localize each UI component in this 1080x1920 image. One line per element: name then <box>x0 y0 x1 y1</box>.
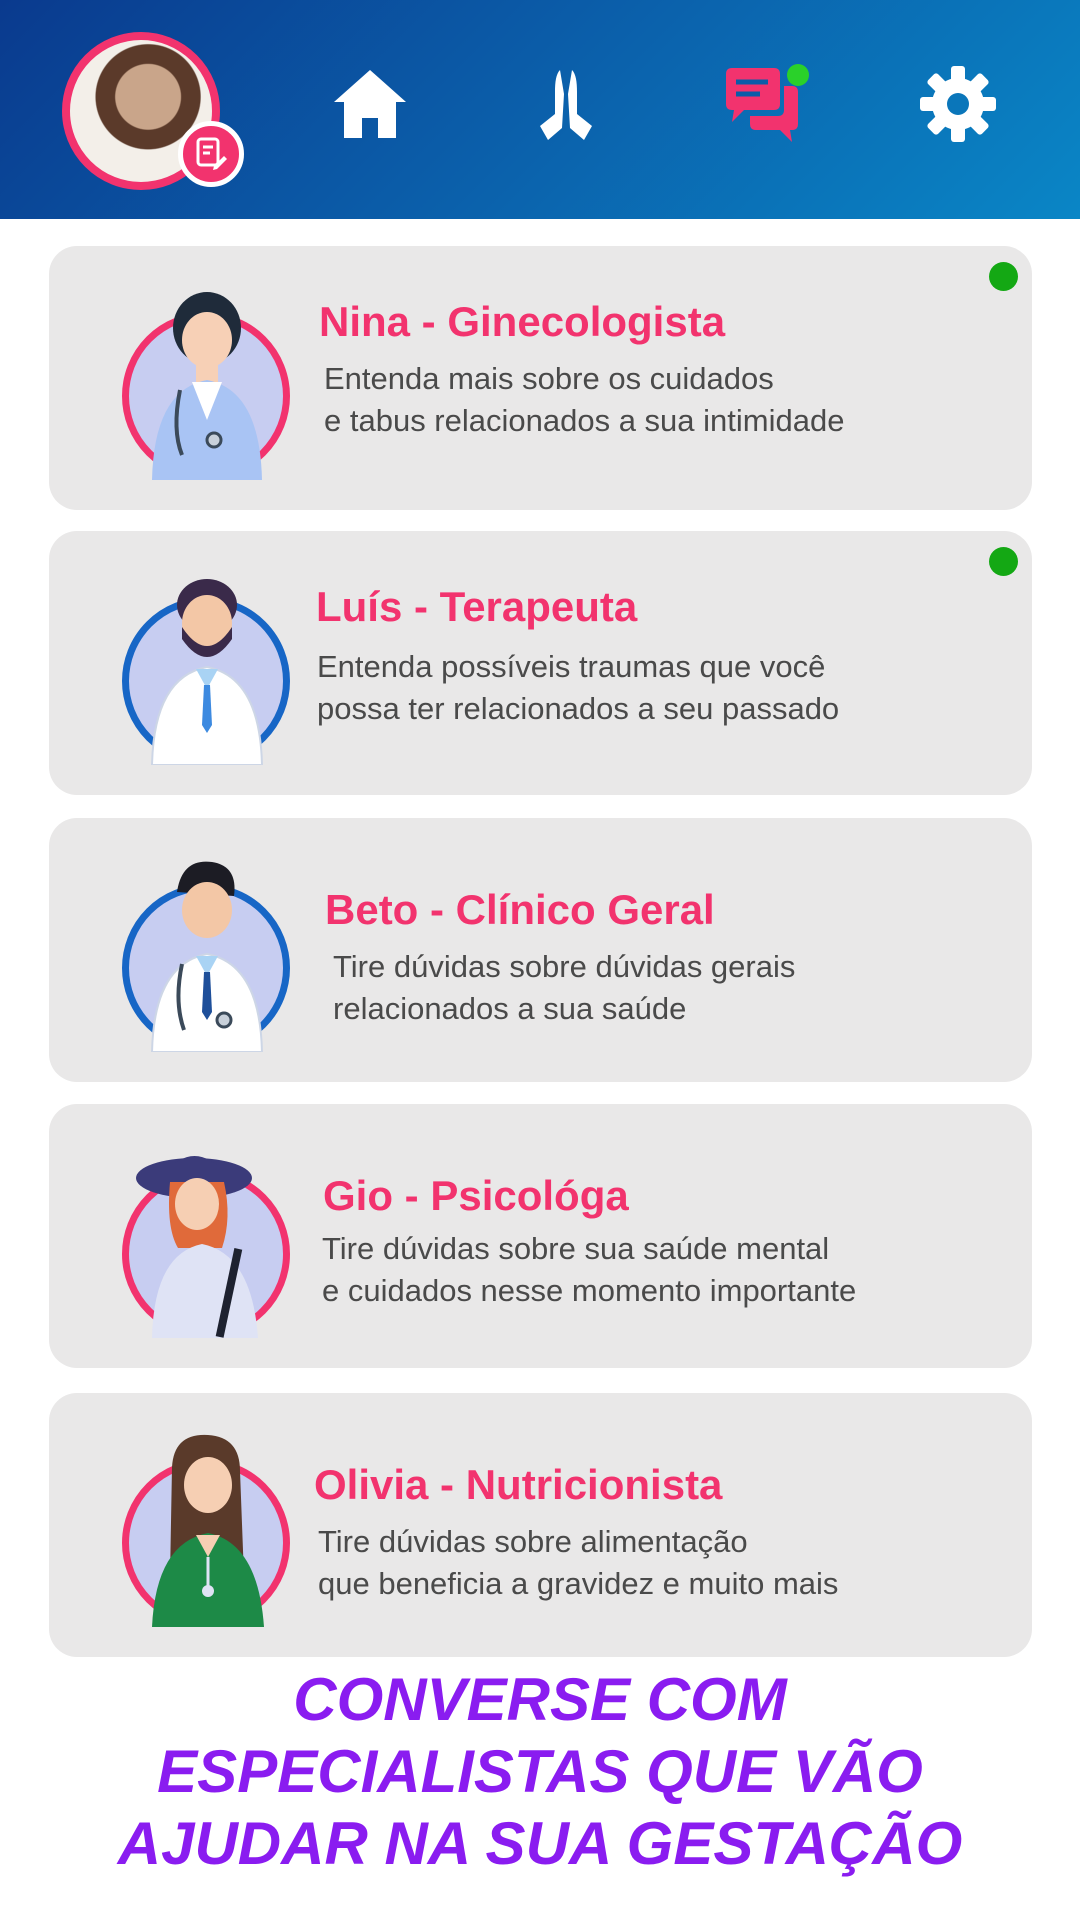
specialist-card-nina[interactable]: Nina - Ginecologista Entenda mais sobre … <box>49 246 1032 510</box>
specialist-description-line2: relacionados a sua saúde <box>333 991 687 1026</box>
notification-dot <box>787 64 809 86</box>
top-nav-bar <box>0 0 1080 219</box>
praying-hands-icon[interactable] <box>526 64 606 144</box>
specialist-card-beto[interactable]: Beto - Clínico Geral Tire dúvidas sobre … <box>49 818 1032 1082</box>
edit-profile-icon[interactable] <box>178 121 244 187</box>
specialist-description-line1: Tire dúvidas sobre sua saúde mental <box>322 1231 830 1266</box>
gear-icon[interactable] <box>918 64 998 144</box>
specialist-description-line2: e tabus relacionados a sua intimidade <box>324 403 845 438</box>
specialist-name: Olivia - Nutricionista <box>314 1461 723 1508</box>
specialist-description-line2: possa ter relacionados a seu passado <box>317 691 840 726</box>
specialist-description-line1: Entenda mais sobre os cuidados <box>324 361 774 396</box>
doctor-avatar-icon <box>150 861 264 1052</box>
specialist-description-line2: que beneficia a gravidez e muito mais <box>318 1566 839 1601</box>
specialist-card-luis[interactable]: Luís - Terapeuta Entenda possíveis traum… <box>49 531 1032 795</box>
specialist-description-line1: Entenda possíveis traumas que você <box>317 649 826 684</box>
therapist-avatar-icon <box>150 579 264 765</box>
home-icon[interactable] <box>330 64 410 144</box>
cta-line2: ESPECIALISTAS QUE VÃO <box>157 1738 923 1805</box>
specialist-card-olivia[interactable]: Olivia - Nutricionista Tire dúvidas sobr… <box>49 1393 1032 1657</box>
specialist-name: Luís - Terapeuta <box>316 583 638 630</box>
specialist-name: Gio - Psicológa <box>323 1172 629 1219</box>
specialist-description-line1: Tire dúvidas sobre alimentação <box>318 1524 748 1559</box>
doctor-avatar-icon <box>152 292 262 480</box>
specialist-card-gio[interactable]: Gio - Psicológa Tire dúvidas sobre sua s… <box>49 1104 1032 1368</box>
call-to-action-text: CONVERSE COM ESPECIALISTAS QUE VÃO AJUDA… <box>0 1664 1080 1880</box>
specialist-name: Nina - Ginecologista <box>319 298 726 345</box>
specialist-description-line1: Tire dúvidas sobre dúvidas gerais <box>333 949 796 984</box>
nutritionist-avatar-icon <box>152 1434 264 1627</box>
online-status-dot <box>989 262 1018 291</box>
psychologist-avatar-icon <box>136 1156 258 1338</box>
specialist-description-line2: e cuidados nesse momento importante <box>322 1273 857 1308</box>
cta-line3: AJUDAR NA SUA GESTAÇÃO <box>117 1810 963 1877</box>
cta-line1: CONVERSE COM <box>293 1666 787 1733</box>
online-status-dot <box>989 547 1018 576</box>
specialist-name: Beto - Clínico Geral <box>325 886 715 933</box>
